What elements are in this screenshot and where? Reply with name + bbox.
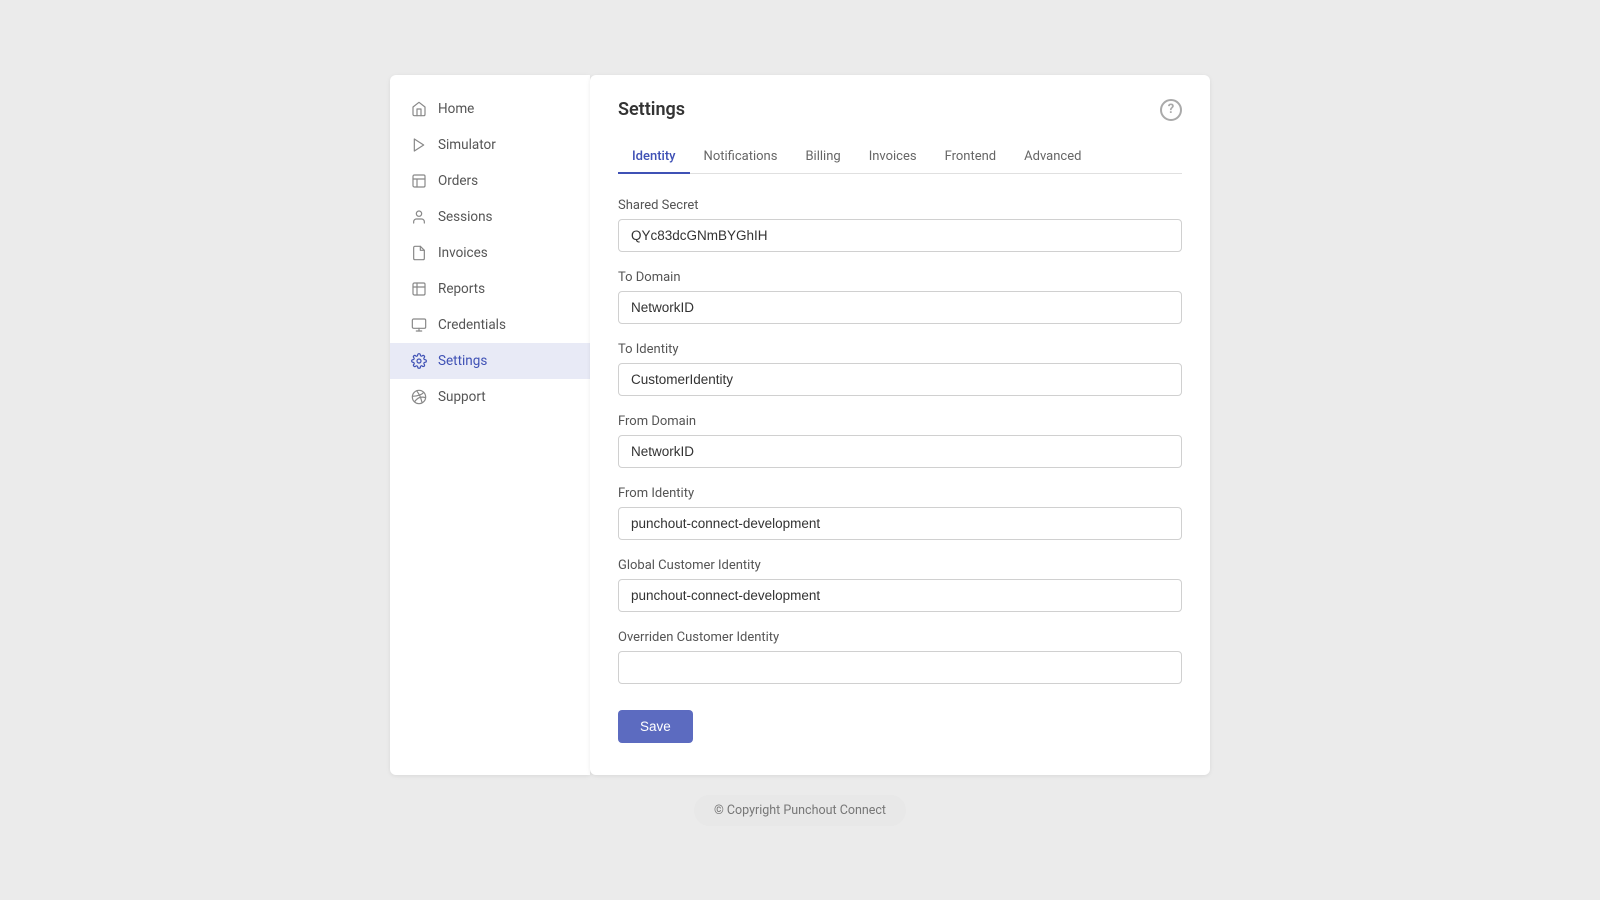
tabs: Identity Notifications Billing Invoices …	[618, 141, 1182, 174]
reports-icon	[410, 280, 428, 298]
shared-secret-group: Shared Secret	[618, 198, 1182, 252]
from-domain-group: From Domain	[618, 414, 1182, 468]
invoices-icon	[410, 244, 428, 262]
page-wrapper: Home Simulator Orders	[0, 0, 1600, 900]
global-customer-identity-label: Global Customer Identity	[618, 558, 1182, 573]
shared-secret-input[interactable]	[618, 219, 1182, 252]
to-identity-group: To Identity	[618, 342, 1182, 396]
home-icon	[410, 100, 428, 118]
global-customer-identity-input[interactable]	[618, 579, 1182, 612]
content-area: Settings ? Identity Notifications Billin…	[590, 75, 1210, 775]
to-domain-group: To Domain	[618, 270, 1182, 324]
settings-icon	[410, 352, 428, 370]
settings-header: Settings ?	[618, 99, 1182, 121]
sidebar-item-credentials[interactable]: Credentials	[390, 307, 590, 343]
sidebar-item-support[interactable]: Support	[390, 379, 590, 415]
credentials-icon	[410, 316, 428, 334]
main-container: Home Simulator Orders	[390, 75, 1210, 775]
tab-notifications[interactable]: Notifications	[690, 141, 792, 174]
from-identity-input[interactable]	[618, 507, 1182, 540]
overriden-customer-identity-label: Overriden Customer Identity	[618, 630, 1182, 645]
to-identity-label: To Identity	[618, 342, 1182, 357]
sidebar-item-invoices[interactable]: Invoices	[390, 235, 590, 271]
sidebar-item-home[interactable]: Home	[390, 91, 590, 127]
save-button[interactable]: Save	[618, 710, 693, 743]
help-icon[interactable]: ?	[1160, 99, 1182, 121]
tab-billing[interactable]: Billing	[791, 141, 854, 174]
simulator-icon	[410, 136, 428, 154]
tab-identity[interactable]: Identity	[618, 141, 690, 174]
copyright-text: © Copyright Punchout Connect	[694, 795, 906, 826]
to-domain-label: To Domain	[618, 270, 1182, 285]
sidebar-item-orders[interactable]: Orders	[390, 163, 590, 199]
support-icon	[410, 388, 428, 406]
sidebar-item-settings[interactable]: Settings	[390, 343, 590, 379]
from-identity-label: From Identity	[618, 486, 1182, 501]
sidebar-item-sessions[interactable]: Sessions	[390, 199, 590, 235]
from-domain-input[interactable]	[618, 435, 1182, 468]
to-domain-input[interactable]	[618, 291, 1182, 324]
settings-card: Settings ? Identity Notifications Billin…	[590, 75, 1210, 775]
from-identity-group: From Identity	[618, 486, 1182, 540]
sidebar: Home Simulator Orders	[390, 75, 590, 775]
tab-advanced[interactable]: Advanced	[1010, 141, 1095, 174]
tab-invoices[interactable]: Invoices	[855, 141, 931, 174]
footer: © Copyright Punchout Connect	[390, 795, 1210, 826]
overriden-customer-identity-input[interactable]	[618, 651, 1182, 684]
from-domain-label: From Domain	[618, 414, 1182, 429]
tab-frontend[interactable]: Frontend	[931, 141, 1011, 174]
shared-secret-label: Shared Secret	[618, 198, 1182, 213]
sidebar-item-reports[interactable]: Reports	[390, 271, 590, 307]
orders-icon	[410, 172, 428, 190]
sessions-icon	[410, 208, 428, 226]
to-identity-input[interactable]	[618, 363, 1182, 396]
global-customer-identity-group: Global Customer Identity	[618, 558, 1182, 612]
sidebar-item-simulator[interactable]: Simulator	[390, 127, 590, 163]
settings-title: Settings	[618, 99, 685, 120]
identity-form: Shared Secret To Domain To Identity	[618, 198, 1182, 743]
overriden-customer-identity-group: Overriden Customer Identity	[618, 630, 1182, 684]
